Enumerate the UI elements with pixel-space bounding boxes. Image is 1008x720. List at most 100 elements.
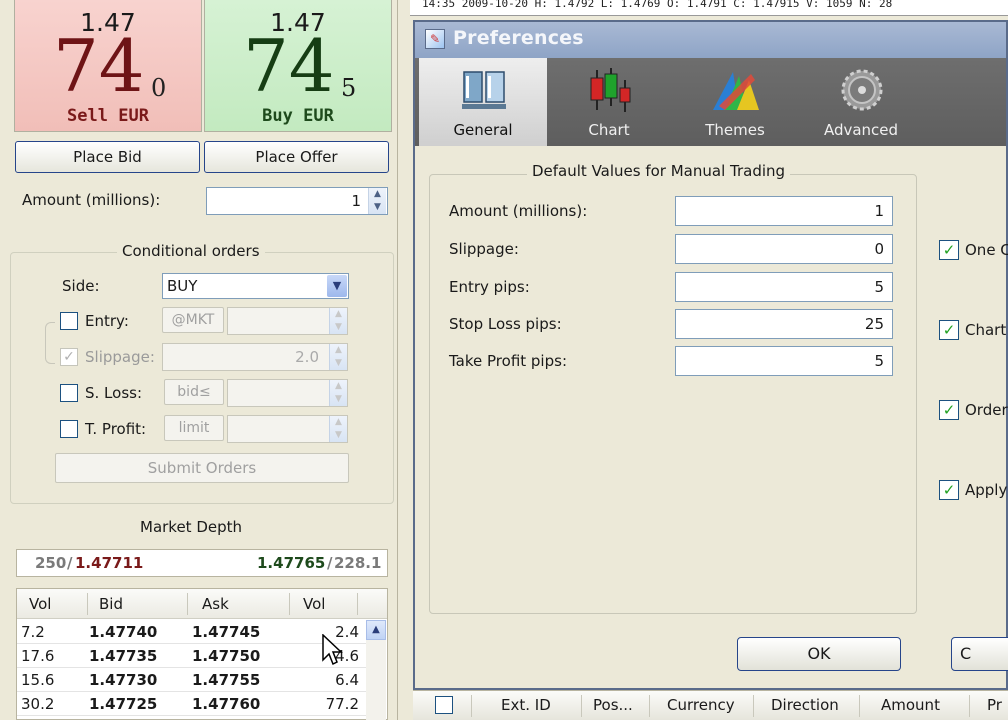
col-position[interactable]: Pos... bbox=[593, 691, 633, 719]
stop-loss-label: S. Loss: bbox=[85, 384, 143, 402]
row-bid: 1.47730 bbox=[89, 671, 158, 689]
col-bid[interactable]: Bid bbox=[99, 589, 123, 619]
chart-info-strip: 14:35 2009-10-20 H: 1.4792 L: 1.4769 O: … bbox=[410, 0, 1008, 16]
depth-scrollbar[interactable]: ▲ bbox=[366, 620, 386, 720]
depth-row[interactable]: 30.2 1.47725 1.47760 77.2 bbox=[17, 692, 367, 716]
row-bid-vol: 30.2 bbox=[21, 695, 55, 713]
slippage-input[interactable]: 2.0 bbox=[162, 343, 348, 371]
dialog-title: Preferences bbox=[453, 27, 584, 49]
depth-table-header: Vol Bid Ask Vol bbox=[17, 589, 387, 619]
tab-general-label: General bbox=[453, 121, 513, 139]
ok-button[interactable]: OK bbox=[737, 637, 901, 671]
general-icon bbox=[462, 71, 506, 109]
chart-option-label: Chart bbox=[965, 321, 1007, 339]
col-direction[interactable]: Direction bbox=[771, 691, 839, 719]
sell-price-box[interactable]: 1.47 74 0 Sell EUR bbox=[14, 0, 202, 132]
stop-loss-mode-button[interactable]: bid≤ bbox=[164, 379, 224, 405]
candlestick-chart-icon bbox=[590, 68, 631, 112]
order-option-checkbox[interactable]: ✓ bbox=[939, 400, 959, 420]
amount-label: Amount (millions): bbox=[22, 191, 161, 209]
apply-option-label: Apply bbox=[965, 481, 1008, 499]
sell-label: Sell EUR bbox=[67, 106, 149, 126]
stepper-up-icon[interactable]: ▲ bbox=[369, 188, 386, 201]
entry-stepper[interactable]: ▲ ▼ bbox=[329, 308, 347, 334]
tab-advanced-label: Advanced bbox=[823, 121, 899, 139]
side-value: BUY bbox=[167, 277, 198, 295]
stepper-down-icon[interactable]: ▼ bbox=[369, 201, 386, 214]
entry-checkbox[interactable] bbox=[60, 312, 78, 330]
tab-chart-label: Chart bbox=[588, 121, 630, 139]
side-select[interactable]: BUY ▼ bbox=[162, 273, 349, 299]
pref-entry-pips-input[interactable]: 5 bbox=[675, 272, 893, 302]
one-option-checkbox[interactable]: ✓ bbox=[939, 240, 959, 260]
apply-option-checkbox[interactable]: ✓ bbox=[939, 480, 959, 500]
tab-advanced[interactable]: Advanced bbox=[797, 58, 925, 146]
col-amount[interactable]: Amount bbox=[881, 691, 940, 719]
row-bid: 1.47725 bbox=[89, 695, 158, 713]
col-vol-ask[interactable]: Vol bbox=[303, 589, 325, 619]
dialog-titlebar[interactable]: ✎ Preferences bbox=[415, 22, 1006, 58]
submit-orders-button[interactable]: Submit Orders bbox=[55, 453, 349, 483]
pref-amount-input[interactable]: 1 bbox=[675, 196, 893, 226]
stop-loss-checkbox[interactable] bbox=[60, 384, 78, 402]
pref-slippage-label: Slippage: bbox=[449, 240, 519, 258]
stop-loss-stepper[interactable]: ▲ ▼ bbox=[329, 380, 347, 406]
take-profit-label: T. Profit: bbox=[85, 420, 147, 438]
cancel-button[interactable]: C bbox=[951, 637, 1008, 671]
row-ask-vol: 6.4 bbox=[335, 671, 359, 689]
depth-row[interactable]: 17.6 1.47735 1.47750 4.6 bbox=[17, 644, 367, 668]
row-ask: 1.47760 bbox=[192, 695, 261, 713]
row-ask: 1.47755 bbox=[192, 671, 261, 689]
row-bid: 1.47740 bbox=[89, 623, 158, 641]
tab-general[interactable]: General bbox=[419, 58, 547, 146]
row-ask-vol: 77.2 bbox=[325, 695, 359, 713]
take-profit-checkbox[interactable] bbox=[60, 420, 78, 438]
col-price[interactable]: Pr bbox=[987, 691, 1002, 719]
col-ext-id[interactable]: Ext. ID bbox=[501, 691, 551, 719]
depth-summary: 250 / 1.47711 1.47765 / 228.1 bbox=[16, 549, 388, 577]
chevron-down-icon[interactable]: ▼ bbox=[327, 275, 347, 297]
place-bid-button[interactable]: Place Bid bbox=[15, 141, 200, 173]
pref-stop-loss-label: Stop Loss pips: bbox=[449, 315, 562, 333]
row-bid-vol: 15.6 bbox=[21, 671, 55, 689]
chart-option-checkbox[interactable]: ✓ bbox=[939, 320, 959, 340]
depth-row[interactable]: 15.6 1.47730 1.47755 6.4 bbox=[17, 668, 367, 692]
scroll-up-icon[interactable]: ▲ bbox=[366, 620, 386, 640]
depth-row[interactable]: 7.2 1.47740 1.47745 2.4 bbox=[17, 620, 367, 644]
row-ask: 1.47750 bbox=[192, 647, 261, 665]
market-depth-title: Market Depth bbox=[140, 518, 243, 536]
col-vol-bid[interactable]: Vol bbox=[29, 589, 51, 619]
pref-stop-loss-input[interactable]: 25 bbox=[675, 309, 893, 339]
slippage-label: Slippage: bbox=[85, 348, 155, 366]
select-all-checkbox[interactable] bbox=[435, 696, 453, 714]
order-option-label: Order bbox=[965, 401, 1008, 419]
pref-take-profit-label: Take Profit pips: bbox=[449, 352, 567, 370]
slippage-checkbox[interactable]: ✓ bbox=[60, 348, 78, 366]
col-currency[interactable]: Currency bbox=[667, 691, 735, 719]
entry-mode-button[interactable]: @MKT bbox=[162, 307, 224, 333]
mouse-cursor-icon bbox=[322, 634, 343, 666]
sell-price-pip: 0 bbox=[151, 74, 167, 102]
amount-stepper[interactable]: ▲ ▼ bbox=[368, 188, 386, 214]
conditional-orders-title: Conditional orders bbox=[117, 242, 265, 260]
separator: / bbox=[67, 554, 73, 572]
best-ask-price: 1.47765 bbox=[257, 554, 326, 572]
tab-chart[interactable]: Chart bbox=[545, 58, 673, 146]
pref-slippage-input[interactable]: 0 bbox=[675, 234, 893, 264]
slippage-stepper[interactable]: ▲ ▼ bbox=[329, 344, 347, 370]
row-bid-vol: 7.2 bbox=[21, 623, 45, 641]
take-profit-stepper[interactable]: ▲ ▼ bbox=[329, 416, 347, 442]
best-ask-volume: 228.1 bbox=[334, 554, 382, 572]
buy-label: Buy EUR bbox=[262, 106, 334, 126]
entry-slippage-bracket bbox=[45, 322, 55, 364]
buy-price-box[interactable]: 1.47 74 5 Buy EUR bbox=[204, 0, 392, 132]
pref-amount-label: Amount (millions): bbox=[449, 202, 588, 220]
tab-themes[interactable]: Themes bbox=[671, 58, 799, 146]
amount-input[interactable]: 1 bbox=[206, 187, 388, 215]
separator: / bbox=[327, 554, 333, 572]
pref-take-profit-input[interactable]: 5 bbox=[675, 346, 893, 376]
place-offer-button[interactable]: Place Offer bbox=[204, 141, 389, 173]
pref-entry-pips-label: Entry pips: bbox=[449, 278, 530, 296]
take-profit-mode-button[interactable]: limit bbox=[164, 415, 224, 441]
col-ask[interactable]: Ask bbox=[202, 589, 229, 619]
